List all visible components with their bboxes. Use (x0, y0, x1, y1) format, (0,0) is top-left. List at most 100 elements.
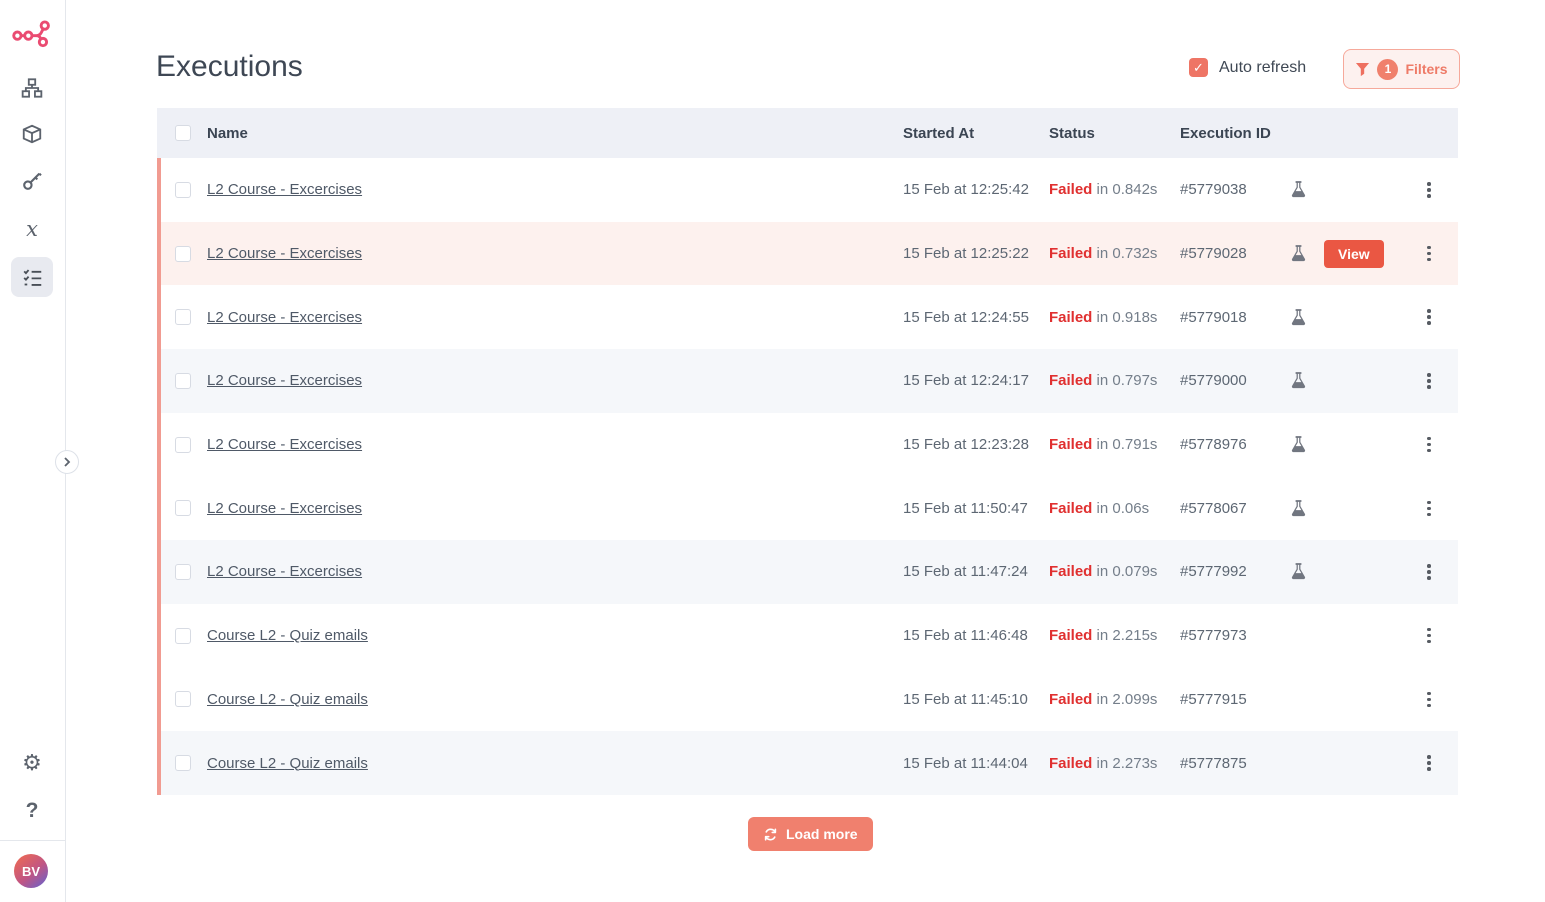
sidebar-item-variables[interactable]: x (11, 209, 53, 249)
table-row[interactable]: Course L2 - Quiz emails 15 Feb at 11:44:… (157, 731, 1458, 795)
kebab-menu[interactable] (1417, 430, 1441, 460)
flask-icon (1291, 372, 1306, 389)
row-checkbox[interactable] (175, 246, 191, 262)
kebab-menu[interactable] (1417, 748, 1441, 778)
execution-id: #5777915 (1180, 691, 1247, 708)
duration-text: in 2.215s (1097, 627, 1158, 644)
kebab-menu[interactable] (1417, 494, 1441, 524)
started-at: 15 Feb at 12:24:55 (903, 309, 1029, 326)
row-checkbox[interactable] (175, 500, 191, 516)
execution-name-link[interactable]: L2 Course - Excercises (207, 563, 362, 580)
duration-text: in 0.918s (1097, 309, 1158, 326)
funnel-icon (1355, 62, 1370, 77)
table-row[interactable]: L2 Course - Excercises 15 Feb at 11:47:2… (157, 540, 1458, 604)
execution-name-link[interactable]: L2 Course - Excercises (207, 372, 362, 389)
execution-name-link[interactable]: Course L2 - Quiz emails (207, 627, 368, 644)
flask-icon (1291, 181, 1306, 198)
row-checkbox[interactable] (175, 564, 191, 580)
started-at: 15 Feb at 11:47:24 (903, 563, 1028, 580)
row-checkbox[interactable] (175, 755, 191, 771)
execution-name-link[interactable]: L2 Course - Excercises (207, 309, 362, 326)
page-title: Executions (156, 50, 303, 84)
execution-name-link[interactable]: L2 Course - Excercises (207, 500, 362, 517)
status-text: Failed (1049, 372, 1092, 389)
table-row[interactable]: L2 Course - Excercises 15 Feb at 12:24:5… (157, 285, 1458, 349)
started-at: 15 Feb at 11:44:04 (903, 755, 1028, 772)
variables-x-icon: x (26, 217, 38, 241)
status-text: Failed (1049, 309, 1092, 326)
table-row[interactable]: Course L2 - Quiz emails 15 Feb at 11:46:… (157, 604, 1458, 668)
flask-icon (1291, 309, 1306, 326)
kebab-menu[interactable] (1417, 621, 1441, 651)
sidebar-item-settings[interactable]: ⚙ (11, 743, 53, 783)
duration-text: in 0.791s (1097, 436, 1158, 453)
table-row[interactable]: L2 Course - Excercises 15 Feb at 12:25:2… (157, 222, 1458, 286)
box-icon (21, 123, 43, 145)
status-text: Failed (1049, 563, 1092, 580)
execution-id: #5777973 (1180, 627, 1247, 644)
filters-button[interactable]: 1 Filters (1343, 49, 1460, 89)
checklist-icon (22, 267, 43, 288)
row-checkbox[interactable] (175, 437, 191, 453)
kebab-menu[interactable] (1417, 239, 1441, 269)
status-text: Failed (1049, 500, 1092, 517)
table-row[interactable]: L2 Course - Excercises 15 Feb at 12:25:4… (157, 158, 1458, 222)
flask-icon (1291, 245, 1306, 262)
sidebar: x ⚙ ? BV (0, 0, 66, 902)
sidebar-item-workflows[interactable] (11, 68, 53, 108)
table-header-row: Name Started At Status Execution ID (157, 108, 1458, 158)
row-checkbox[interactable] (175, 373, 191, 389)
kebab-menu[interactable] (1417, 366, 1441, 396)
table-row[interactable]: Course L2 - Quiz emails 15 Feb at 11:45:… (157, 668, 1458, 732)
duration-text: in 0.06s (1097, 500, 1150, 517)
kebab-menu[interactable] (1417, 175, 1441, 205)
auto-refresh-checkbox[interactable]: ✓ (1189, 58, 1208, 77)
duration-text: in 0.842s (1097, 181, 1158, 198)
kebab-menu[interactable] (1417, 685, 1441, 715)
execution-name-link[interactable]: L2 Course - Excercises (207, 181, 362, 198)
load-more-label: Load more (786, 826, 858, 842)
auto-refresh-toggle[interactable]: ✓ Auto refresh (1189, 58, 1306, 77)
execution-name-link[interactable]: Course L2 - Quiz emails (207, 755, 368, 772)
kebab-menu[interactable] (1417, 557, 1441, 587)
table-row[interactable]: L2 Course - Excercises 15 Feb at 12:24:1… (157, 349, 1458, 413)
row-checkbox[interactable] (175, 691, 191, 707)
flask-icon (1291, 500, 1306, 517)
status-text: Failed (1049, 691, 1092, 708)
column-header-name: Name (207, 125, 893, 142)
sidebar-item-executions[interactable] (11, 257, 53, 297)
load-more-button[interactable]: Load more (748, 817, 873, 851)
duration-text: in 0.732s (1097, 245, 1158, 262)
execution-name-link[interactable]: L2 Course - Excercises (207, 245, 362, 262)
select-all-checkbox[interactable] (175, 125, 191, 141)
execution-id: #5777875 (1180, 755, 1247, 772)
execution-id: #5779038 (1180, 181, 1247, 198)
executions-table: Name Started At Status Execution ID L2 C… (157, 108, 1458, 795)
key-icon (21, 170, 43, 192)
sidebar-item-credentials[interactable] (11, 161, 53, 201)
chevron-right-icon (62, 457, 72, 467)
column-header-execution-id: Execution ID (1170, 125, 1282, 142)
flask-icon (1291, 436, 1306, 453)
duration-text: in 0.797s (1097, 372, 1158, 389)
table-row[interactable]: L2 Course - Excercises 15 Feb at 11:50:4… (157, 476, 1458, 540)
view-button[interactable]: View (1324, 240, 1384, 268)
sidebar-item-templates[interactable] (11, 114, 53, 154)
status-text: Failed (1049, 627, 1092, 644)
kebab-menu[interactable] (1417, 302, 1441, 332)
execution-id: #5779018 (1180, 309, 1247, 326)
row-checkbox[interactable] (175, 628, 191, 644)
sidebar-expand-button[interactable] (55, 450, 79, 474)
avatar[interactable]: BV (14, 854, 48, 888)
execution-name-link[interactable]: L2 Course - Excercises (207, 436, 362, 453)
filters-button-label: Filters (1405, 61, 1447, 77)
sidebar-item-help[interactable]: ? (11, 791, 53, 831)
execution-name-link[interactable]: Course L2 - Quiz emails (207, 691, 368, 708)
execution-id: #5779000 (1180, 372, 1247, 389)
row-checkbox[interactable] (175, 309, 191, 325)
auto-refresh-label: Auto refresh (1219, 59, 1306, 77)
filters-count-badge: 1 (1377, 59, 1398, 80)
table-row[interactable]: L2 Course - Excercises 15 Feb at 12:23:2… (157, 413, 1458, 477)
row-checkbox[interactable] (175, 182, 191, 198)
execution-id: #5778067 (1180, 500, 1247, 517)
